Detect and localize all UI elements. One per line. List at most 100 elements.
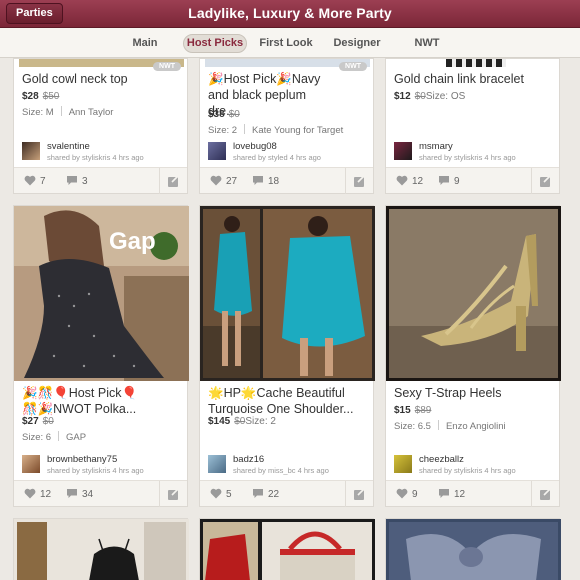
listing-photo[interactable] xyxy=(200,519,375,580)
share-button[interactable] xyxy=(345,168,373,194)
share-icon xyxy=(540,487,552,500)
listing-card[interactable]: Gold chain link bracelet $12 $0Size: OS m… xyxy=(385,58,560,194)
comment-button[interactable]: 22 xyxy=(252,488,279,500)
comment-button[interactable]: 12 xyxy=(438,488,465,500)
listing-card[interactable] xyxy=(199,518,375,580)
like-button[interactable]: 12 xyxy=(396,175,423,187)
avatar[interactable] xyxy=(394,455,412,473)
listing-size: Size: 6 xyxy=(22,432,52,443)
seller-info[interactable]: cheezballz shared by styliskris 4 hrs ag… xyxy=(394,454,553,476)
brand-overlay-text: Gap xyxy=(109,228,156,255)
heart-icon xyxy=(24,175,36,186)
polka-dot-dress-photo xyxy=(14,206,189,381)
username[interactable]: cheezballz xyxy=(419,454,464,465)
share-button[interactable] xyxy=(531,168,559,194)
comment-icon xyxy=(439,176,449,185)
shared-by-text: shared by styliskris 4 hrs ago xyxy=(419,466,516,475)
listing-price: $27 xyxy=(22,416,39,427)
avatar[interactable] xyxy=(394,142,412,160)
listing-price: $38 xyxy=(208,109,225,120)
comment-count: 34 xyxy=(82,489,94,500)
original-price: $0 xyxy=(414,91,426,102)
username[interactable]: badz16 xyxy=(233,454,264,465)
listing-photo[interactable]: Gap xyxy=(14,206,189,381)
tab-main[interactable]: Main xyxy=(128,34,162,53)
listing-photo[interactable] xyxy=(386,519,561,580)
heart-icon xyxy=(24,488,36,499)
seller-info[interactable]: badz16 shared by miss_bc 4 hrs ago xyxy=(208,454,367,476)
listing-photo[interactable] xyxy=(446,59,506,67)
nwt-badge: NWT xyxy=(339,62,367,71)
like-button[interactable]: 7 xyxy=(24,175,46,187)
avatar[interactable] xyxy=(22,455,40,473)
share-button[interactable] xyxy=(159,481,187,507)
divider xyxy=(437,420,439,430)
heart-icon xyxy=(210,488,222,499)
share-icon xyxy=(168,174,180,187)
listing-card[interactable]: 🌟HP🌟Cache Beautiful Turquoise One Should… xyxy=(199,205,375,507)
comment-icon xyxy=(67,176,77,185)
tab-designer[interactable]: Designer xyxy=(331,34,383,53)
page-title: Ladylike, Luxury & More Party xyxy=(188,5,392,21)
listing-photo[interactable] xyxy=(14,519,189,580)
listing-card[interactable]: NWT 🎉Host Pick🎉Navy and black peplum dre… xyxy=(199,58,374,194)
like-count: 27 xyxy=(226,176,238,187)
username[interactable]: svalentine xyxy=(47,141,90,152)
like-button[interactable]: 27 xyxy=(210,175,237,187)
seller-info[interactable]: msmary shared by styliskris 4 hrs ago xyxy=(394,141,553,163)
avatar[interactable] xyxy=(208,455,226,473)
listing-card[interactable]: Sexy T-Strap Heels $15 $89 Size: 6.5 Enzo … xyxy=(385,205,561,507)
listing-price: $28 xyxy=(22,91,39,102)
shared-by-text: shared by styliskris 4 hrs ago xyxy=(419,153,516,162)
original-price: $0 xyxy=(234,416,246,427)
listing-size: Size: 6.5 xyxy=(394,421,431,432)
tab-host-picks[interactable]: Host Picks xyxy=(183,34,247,53)
listing-photo[interactable] xyxy=(386,206,561,381)
action-bar: 7 3 xyxy=(14,167,187,194)
share-icon xyxy=(168,487,180,500)
like-button[interactable]: 12 xyxy=(24,488,51,500)
username[interactable]: msmary xyxy=(419,141,453,152)
divider xyxy=(244,124,246,134)
avatar[interactable] xyxy=(22,142,40,160)
listing-card[interactable] xyxy=(385,518,561,580)
listing-photo[interactable] xyxy=(200,206,375,381)
listing-title[interactable]: Sexy T-Strap Heels xyxy=(394,385,553,401)
comment-button[interactable]: 18 xyxy=(252,175,279,187)
comment-button[interactable]: 9 xyxy=(438,175,460,187)
original-price: $89 xyxy=(414,405,432,416)
username[interactable]: lovebug08 xyxy=(233,141,277,152)
heart-icon xyxy=(396,488,408,499)
divider xyxy=(58,431,60,441)
like-count: 7 xyxy=(40,176,46,187)
tab-bar: Main Host Picks First Look Designer NWT xyxy=(0,28,580,58)
seller-info[interactable]: brownbethany75 shared by styliskris 4 hr… xyxy=(22,454,181,476)
seller-info[interactable]: lovebug08 shared by styled 4 hrs ago xyxy=(208,141,367,163)
listing-title[interactable]: Gold cowl neck top xyxy=(22,71,181,87)
comment-button[interactable]: 3 xyxy=(66,175,88,187)
comment-count: 22 xyxy=(268,489,280,500)
like-button[interactable]: 5 xyxy=(210,488,232,500)
listing-card[interactable]: Gap 🎉🎊🎈Host Pick🎈🎊🎉NWOT Polka... $27 $0 S… xyxy=(13,205,189,507)
like-count: 12 xyxy=(412,176,424,187)
listing-card[interactable]: NWT Gold cowl neck top $28 $50 Size: M Ann… xyxy=(13,58,188,194)
comment-button[interactable]: 34 xyxy=(66,488,93,500)
action-bar: 5 22 xyxy=(200,480,373,507)
listing-size: Size: 2 xyxy=(245,416,276,427)
seller-info[interactable]: svalentine shared by styliskris 4 hrs ag… xyxy=(22,141,181,163)
listing-card[interactable] xyxy=(13,518,189,580)
comment-count: 9 xyxy=(454,176,460,187)
share-icon xyxy=(354,487,366,500)
comment-icon xyxy=(253,489,263,498)
tab-first-look[interactable]: First Look xyxy=(258,34,314,53)
avatar[interactable] xyxy=(208,142,226,160)
tab-nwt[interactable]: NWT xyxy=(411,34,443,53)
original-price: $0 xyxy=(42,416,54,427)
shared-by-text: shared by miss_bc 4 hrs ago xyxy=(233,466,329,475)
username[interactable]: brownbethany75 xyxy=(47,454,117,465)
share-button[interactable] xyxy=(531,481,559,507)
like-button[interactable]: 9 xyxy=(396,488,418,500)
share-button[interactable] xyxy=(159,168,187,194)
share-button[interactable] xyxy=(345,481,373,507)
listing-title[interactable]: Gold chain link bracelet xyxy=(394,71,553,87)
